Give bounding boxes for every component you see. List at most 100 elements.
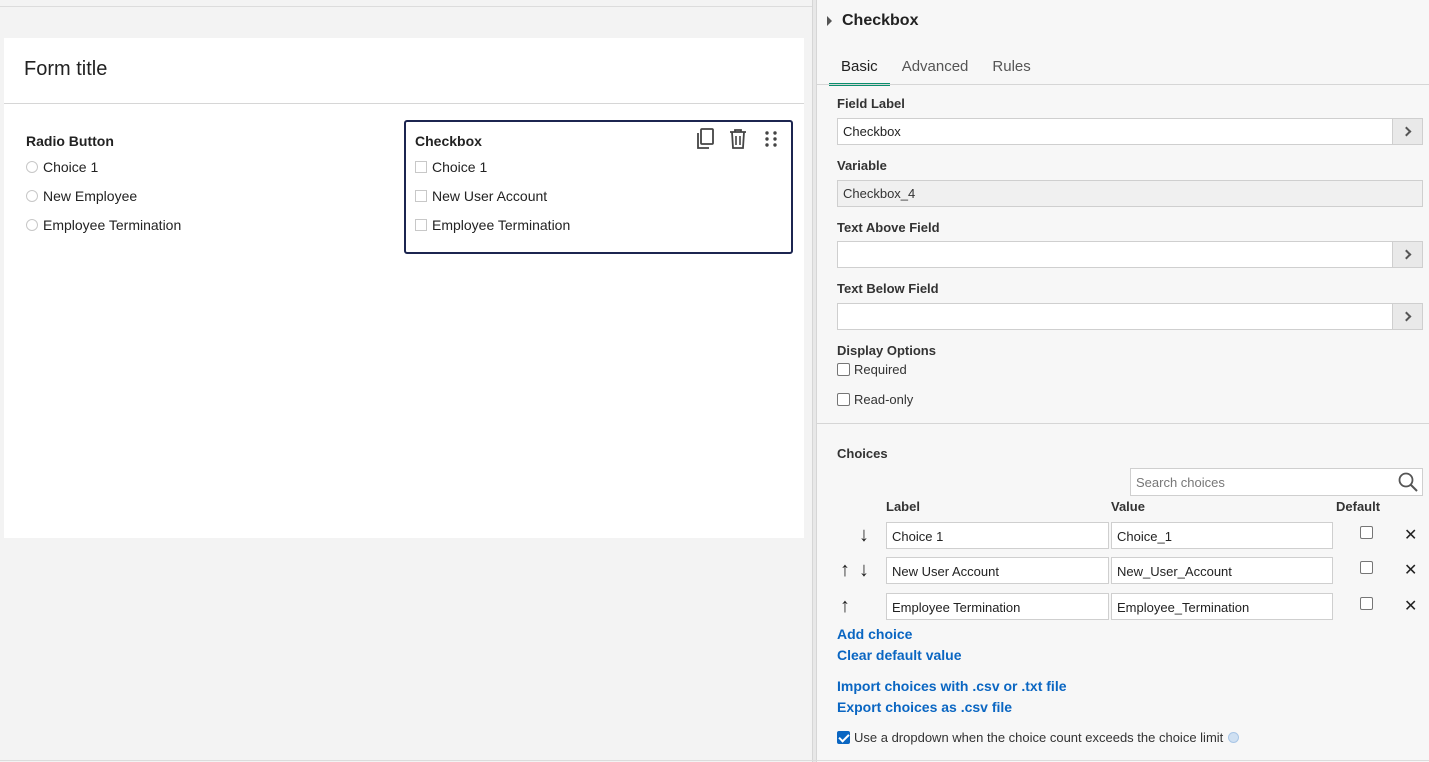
choice-row: ↑ ↓ New User Account New_User_Account ✕ bbox=[837, 557, 1423, 584]
field-label-input[interactable]: Checkbox bbox=[837, 118, 1393, 145]
tab-advanced[interactable]: Advanced bbox=[890, 52, 981, 86]
checkbox-option-label: Employee Termination bbox=[432, 217, 571, 233]
field-label-row: Checkbox bbox=[837, 118, 1423, 145]
field-label-label: Field Label bbox=[837, 96, 905, 111]
form-canvas: Form title Radio Button Choice 1 New Emp… bbox=[4, 38, 804, 538]
caret-right-icon bbox=[827, 16, 832, 26]
text-below-input[interactable] bbox=[837, 303, 1393, 330]
readonly-checkbox[interactable] bbox=[837, 393, 850, 406]
checkbox-field-selected[interactable]: Checkbox Choice 1 New User Account Emplo… bbox=[404, 120, 793, 254]
text-above-expand-button[interactable] bbox=[1393, 241, 1423, 268]
choice-value-input[interactable]: New_User_Account bbox=[1111, 557, 1333, 584]
checkbox-square-icon bbox=[415, 219, 427, 231]
default-checkbox[interactable] bbox=[1360, 526, 1373, 539]
checkbox-field-title: Checkbox bbox=[415, 133, 482, 149]
text-below-row bbox=[837, 303, 1423, 330]
checkbox-option[interactable]: Choice 1 bbox=[415, 159, 487, 175]
text-above-input[interactable] bbox=[837, 241, 1393, 268]
field-toolbar bbox=[692, 128, 783, 150]
checkbox-square-icon bbox=[415, 190, 427, 202]
clear-default-link[interactable]: Clear default value bbox=[837, 647, 962, 663]
top-divider bbox=[0, 6, 812, 7]
checkbox-option[interactable]: New User Account bbox=[415, 188, 547, 204]
radio-option-label: Employee Termination bbox=[43, 217, 182, 233]
chevron-right-icon bbox=[1401, 249, 1411, 260]
form-title-divider bbox=[4, 103, 804, 104]
default-checkbox[interactable] bbox=[1360, 561, 1373, 574]
radio-circle-icon bbox=[26, 161, 38, 173]
radio-option[interactable]: Choice 1 bbox=[26, 159, 98, 175]
required-checkbox[interactable] bbox=[837, 363, 850, 376]
chevron-right-icon bbox=[1401, 311, 1411, 322]
dropdown-limit-checkbox[interactable] bbox=[837, 731, 850, 744]
section-divider bbox=[817, 423, 1429, 424]
tab-rules[interactable]: Rules bbox=[980, 52, 1042, 86]
column-value-header: Value bbox=[1111, 499, 1145, 514]
info-icon[interactable] bbox=[1228, 732, 1240, 743]
add-choice-link[interactable]: Add choice bbox=[837, 626, 912, 642]
drag-handle[interactable] bbox=[758, 128, 783, 150]
choice-label-input[interactable]: Employee Termination bbox=[886, 593, 1109, 620]
radio-circle-icon bbox=[26, 219, 38, 231]
move-down-button[interactable]: ↓ bbox=[859, 522, 869, 549]
text-below-expand-button[interactable] bbox=[1393, 303, 1423, 330]
choice-row: ↓ Choice 1 Choice_1 ✕ bbox=[837, 522, 1423, 549]
radio-option[interactable]: Employee Termination bbox=[26, 217, 181, 233]
bottom-divider bbox=[0, 760, 1429, 761]
field-label-expand-button[interactable] bbox=[1393, 118, 1423, 145]
tabs-divider bbox=[817, 84, 1429, 85]
required-label: Required bbox=[854, 362, 907, 377]
dropdown-limit-label: Use a dropdown when the choice count exc… bbox=[854, 730, 1224, 745]
chevron-right-icon bbox=[1401, 126, 1411, 137]
import-choices-link[interactable]: Import choices with .csv or .txt file bbox=[837, 678, 1067, 694]
delete-choice-button[interactable]: ✕ bbox=[1404, 522, 1417, 549]
radio-button-field[interactable]: Radio Button Choice 1 New Employee Emplo… bbox=[26, 133, 386, 243]
properties-panel: Checkbox Basic Advanced Rules Field Labe… bbox=[817, 0, 1429, 762]
choice-value-input[interactable]: Choice_1 bbox=[1111, 522, 1333, 549]
move-down-button[interactable]: ↓ bbox=[859, 557, 869, 584]
text-above-row bbox=[837, 241, 1423, 268]
display-options-label: Display Options bbox=[837, 343, 936, 358]
variable-row: Checkbox_4 bbox=[837, 180, 1423, 207]
choice-label-input[interactable]: Choice 1 bbox=[886, 522, 1109, 549]
drag-dots-icon bbox=[764, 131, 777, 147]
readonly-option[interactable]: Read-only bbox=[837, 392, 913, 407]
variable-input[interactable]: Checkbox_4 bbox=[837, 180, 1423, 207]
panel-header[interactable]: Checkbox bbox=[827, 12, 918, 30]
duplicate-button[interactable] bbox=[692, 128, 717, 150]
column-label-header: Label bbox=[886, 499, 920, 514]
search-choices-box bbox=[1130, 468, 1423, 496]
panel-tabs: Basic Advanced Rules bbox=[829, 52, 1043, 86]
radio-field-title: Radio Button bbox=[26, 133, 114, 149]
delete-choice-button[interactable]: ✕ bbox=[1404, 557, 1417, 584]
text-above-label: Text Above Field bbox=[837, 220, 940, 235]
panel-title: Checkbox bbox=[842, 12, 919, 29]
delete-choice-button[interactable]: ✕ bbox=[1404, 593, 1417, 620]
checkbox-option-label: Choice 1 bbox=[432, 159, 488, 175]
dropdown-limit-option[interactable]: Use a dropdown when the choice count exc… bbox=[837, 730, 1240, 745]
choice-label-input[interactable]: New User Account bbox=[886, 557, 1109, 584]
choices-label: Choices bbox=[837, 446, 888, 461]
tab-basic[interactable]: Basic bbox=[829, 52, 890, 86]
default-checkbox[interactable] bbox=[1360, 597, 1373, 610]
required-option[interactable]: Required bbox=[837, 362, 907, 377]
choice-value-input[interactable]: Employee_Termination bbox=[1111, 593, 1333, 620]
move-up-button[interactable]: ↑ bbox=[840, 557, 850, 584]
checkbox-square-icon bbox=[415, 161, 427, 173]
text-below-label: Text Below Field bbox=[837, 281, 939, 296]
radio-circle-icon bbox=[26, 190, 38, 202]
radio-option-label: Choice 1 bbox=[43, 159, 99, 175]
move-up-button[interactable]: ↑ bbox=[840, 593, 850, 620]
delete-button[interactable] bbox=[725, 128, 750, 150]
search-icon[interactable] bbox=[1394, 469, 1422, 495]
export-choices-link[interactable]: Export choices as .csv file bbox=[837, 699, 1012, 715]
column-default-header: Default bbox=[1336, 499, 1381, 514]
radio-option-label: New Employee bbox=[43, 188, 138, 204]
search-choices-input[interactable] bbox=[1136, 474, 1394, 490]
choice-row: ↑ Employee Termination Employee_Terminat… bbox=[837, 593, 1423, 620]
radio-option[interactable]: New Employee bbox=[26, 188, 137, 204]
checkbox-option[interactable]: Employee Termination bbox=[415, 217, 570, 233]
variable-label: Variable bbox=[837, 158, 887, 173]
copy-icon bbox=[696, 128, 714, 149]
form-title[interactable]: Form title bbox=[24, 58, 107, 81]
